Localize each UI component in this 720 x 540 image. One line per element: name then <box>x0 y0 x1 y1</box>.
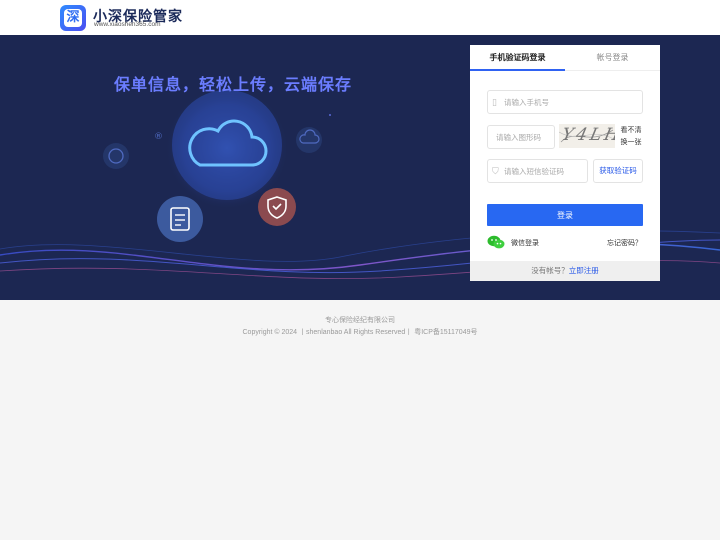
phone-input[interactable] <box>504 91 642 113</box>
sms-code-field[interactable]: ⛉ <box>487 159 588 183</box>
captcha-text: Y4LH <box>559 125 615 145</box>
forgot-password-link[interactable]: 忘记密码？ <box>607 238 642 248</box>
logo-icon[interactable]: 深 <box>60 5 86 31</box>
captcha-input[interactable] <box>496 126 554 148</box>
svg-text:®: ® <box>154 132 163 142</box>
captcha-image[interactable]: Y4LH <box>559 124 615 148</box>
logo-glyph: 深 <box>64 9 82 27</box>
banner-slogan: 保单信息，轻松上传，云端保存 <box>114 77 353 94</box>
refresh-line-1: 看不清 <box>620 127 642 134</box>
register-bar: 没有帐号？立即注册 <box>470 261 660 281</box>
page-footer: 专心保险经纪有限公司 Copyright © 2024 丨shenlanbao … <box>0 315 720 339</box>
shield-icon: ⛉ <box>492 166 499 176</box>
shield-badge-icon <box>258 188 296 226</box>
wechat-icon <box>487 235 505 249</box>
document-icon <box>157 196 203 242</box>
register-prompt: 没有帐号？ <box>531 266 569 275</box>
chat-icon <box>103 143 129 169</box>
wechat-login-label: 微信登录 <box>511 240 539 247</box>
refresh-line-2: 换一张 <box>620 139 642 146</box>
tab-sms-login[interactable]: 手机验证码登录 <box>470 45 565 71</box>
footer-copyright: Copyright © 2024 丨shenlanbao All Rights … <box>242 329 478 336</box>
register-link[interactable]: 立即注册 <box>569 266 599 275</box>
brand-url: www.xiaoshen365.com <box>94 21 161 28</box>
login-button[interactable]: 登录 <box>487 204 643 226</box>
phone-field[interactable]: ▯ <box>487 90 643 114</box>
upload-icon <box>296 127 322 153</box>
refresh-captcha-link[interactable]: 看不清 换一张 <box>618 125 644 149</box>
phone-icon: ▯ <box>492 97 497 107</box>
captcha-field[interactable] <box>487 125 555 149</box>
login-tabs: 手机验证码登录 帐号登录 <box>470 45 660 71</box>
login-card: 手机验证码登录 帐号登录 ▯ Y4LH 看不清 换一张 ⛉ 获取验证码 登录 微… <box>470 45 660 281</box>
top-header: 深 小深保险管家 www.xiaoshen365.com <box>0 0 720 35</box>
footer-company: 专心保险经纪有限公司 <box>325 317 395 324</box>
sms-code-input[interactable] <box>504 160 587 182</box>
get-sms-code-button[interactable]: 获取验证码 <box>593 159 643 183</box>
tab-account-login[interactable]: 帐号登录 <box>565 45 660 71</box>
